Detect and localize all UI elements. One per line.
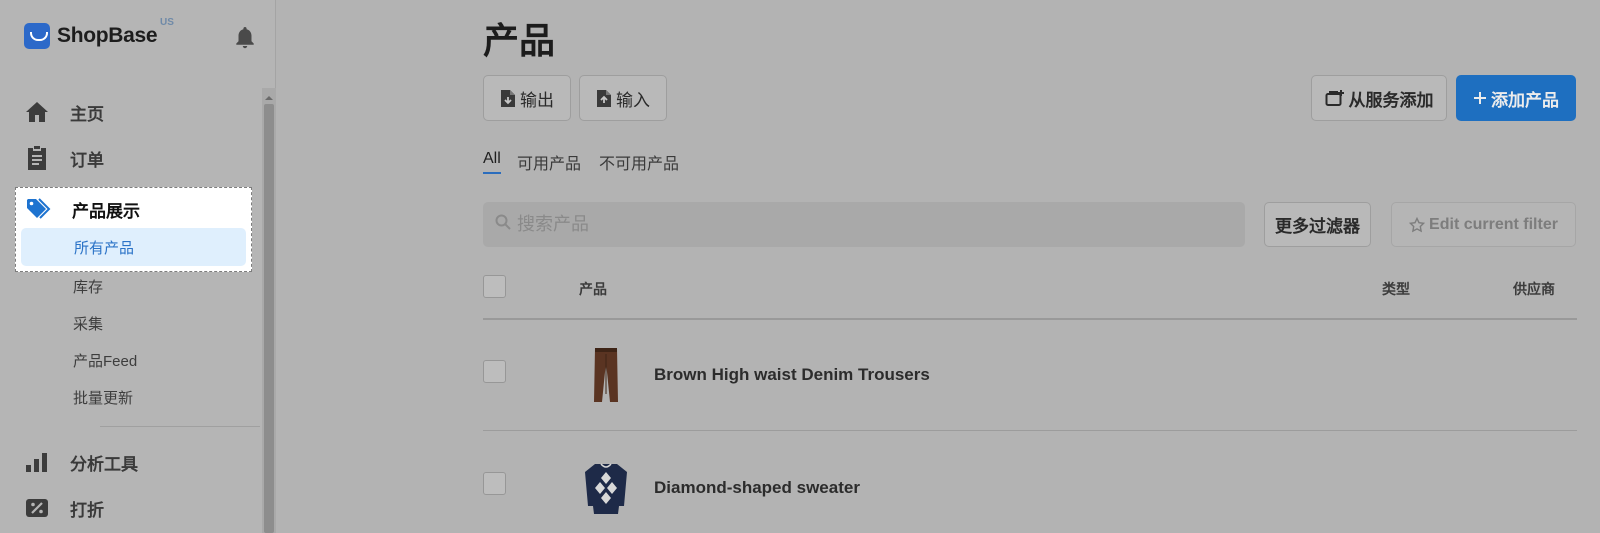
table-header-divider [483,318,1577,320]
tag-icon [26,196,52,222]
add-product-button[interactable]: 添加产品 [1456,75,1576,121]
sidebar-item-label: 分析工具 [70,454,138,474]
sidebar-subitem-collections[interactable]: 采集 [73,313,103,334]
clipboard-icon [24,145,50,171]
sidebar-scrollbar-thumb[interactable] [264,104,274,533]
export-button[interactable]: 输出 [483,75,571,121]
import-button[interactable]: 输入 [579,75,667,121]
search-input[interactable] [517,214,1217,235]
sidebar-item-analytics[interactable]: 分析工具 [24,447,138,477]
column-header-vendor[interactable]: 供应商 [1513,279,1555,299]
column-header-product[interactable]: 产品 [579,279,607,299]
edit-current-filter-button[interactable]: Edit current filter [1391,202,1576,247]
sidebar-subitem-all-products[interactable]: 所有产品 [21,228,246,266]
scroll-up-arrow-icon[interactable] [264,90,274,100]
sidebar-item-label: 打折 [70,500,104,520]
row-checkbox[interactable] [483,472,506,495]
file-import-icon [596,89,612,108]
home-icon [24,99,50,125]
sidebar-item-products[interactable]: 产品展示 [26,196,140,222]
sidebar-divider [100,426,260,427]
star-icon [1409,216,1426,233]
search-icon [495,214,511,235]
import-label: 输入 [616,90,650,110]
plus-icon [1473,91,1487,105]
tab-active-indicator [483,172,501,174]
sidebar-item-orders[interactable]: 订单 [24,143,104,173]
brand[interactable]: ShopBase US [24,17,174,52]
sidebar-item-label: 产品展示 [72,201,140,221]
sidebar-item-label: 订单 [70,150,104,170]
sidebar-item-home[interactable]: 主页 [24,97,104,127]
more-filters-label: 更多过滤器 [1275,217,1360,236]
export-label: 输出 [520,90,554,110]
tab-all[interactable]: All [483,150,501,168]
sidebar: ShopBase US 主页 订单 产品展示 所有产品 库存 采集 产品Feed… [0,0,276,533]
brand-name: ShopBase [57,24,158,47]
shopbase-logo-icon [24,23,50,49]
select-all-checkbox[interactable] [483,275,506,298]
page-title: 产品 [483,20,556,61]
sidebar-item-label: 主页 [70,104,104,124]
sidebar-item-discounts[interactable]: 打折 [24,493,104,523]
product-thumbnail-sweater[interactable] [582,458,630,518]
edit-filter-label: Edit current filter [1429,215,1558,233]
file-export-icon [500,89,516,108]
row-divider [483,430,1577,431]
tab-unavailable[interactable]: 不可用产品 [599,150,679,174]
row-checkbox[interactable] [483,360,506,383]
product-thumbnail-trousers[interactable] [582,345,630,405]
column-header-type[interactable]: 类型 [1382,279,1410,299]
products-menu-group: 产品展示 所有产品 [15,187,252,272]
product-name[interactable]: Diamond-shaped sweater [654,478,860,498]
bar-chart-icon [24,449,50,475]
store-add-icon [1325,89,1345,107]
more-filters-button[interactable]: 更多过滤器 [1264,202,1371,247]
notification-bell-icon[interactable] [233,25,257,51]
product-name[interactable]: Brown High waist Denim Trousers [654,365,930,385]
sidebar-subitem-bulk-update[interactable]: 批量更新 [73,387,133,408]
brand-region: US [160,17,174,28]
add-from-service-button[interactable]: 从服务添加 [1311,75,1447,121]
discount-icon [24,495,50,521]
add-from-service-label: 从服务添加 [1348,90,1434,110]
sidebar-subitem-product-feed[interactable]: 产品Feed [73,350,137,371]
add-product-label: 添加产品 [1491,90,1559,110]
search-bar[interactable] [483,202,1245,247]
sidebar-subitem-inventory[interactable]: 库存 [73,276,103,297]
tab-available[interactable]: 可用产品 [517,150,581,174]
